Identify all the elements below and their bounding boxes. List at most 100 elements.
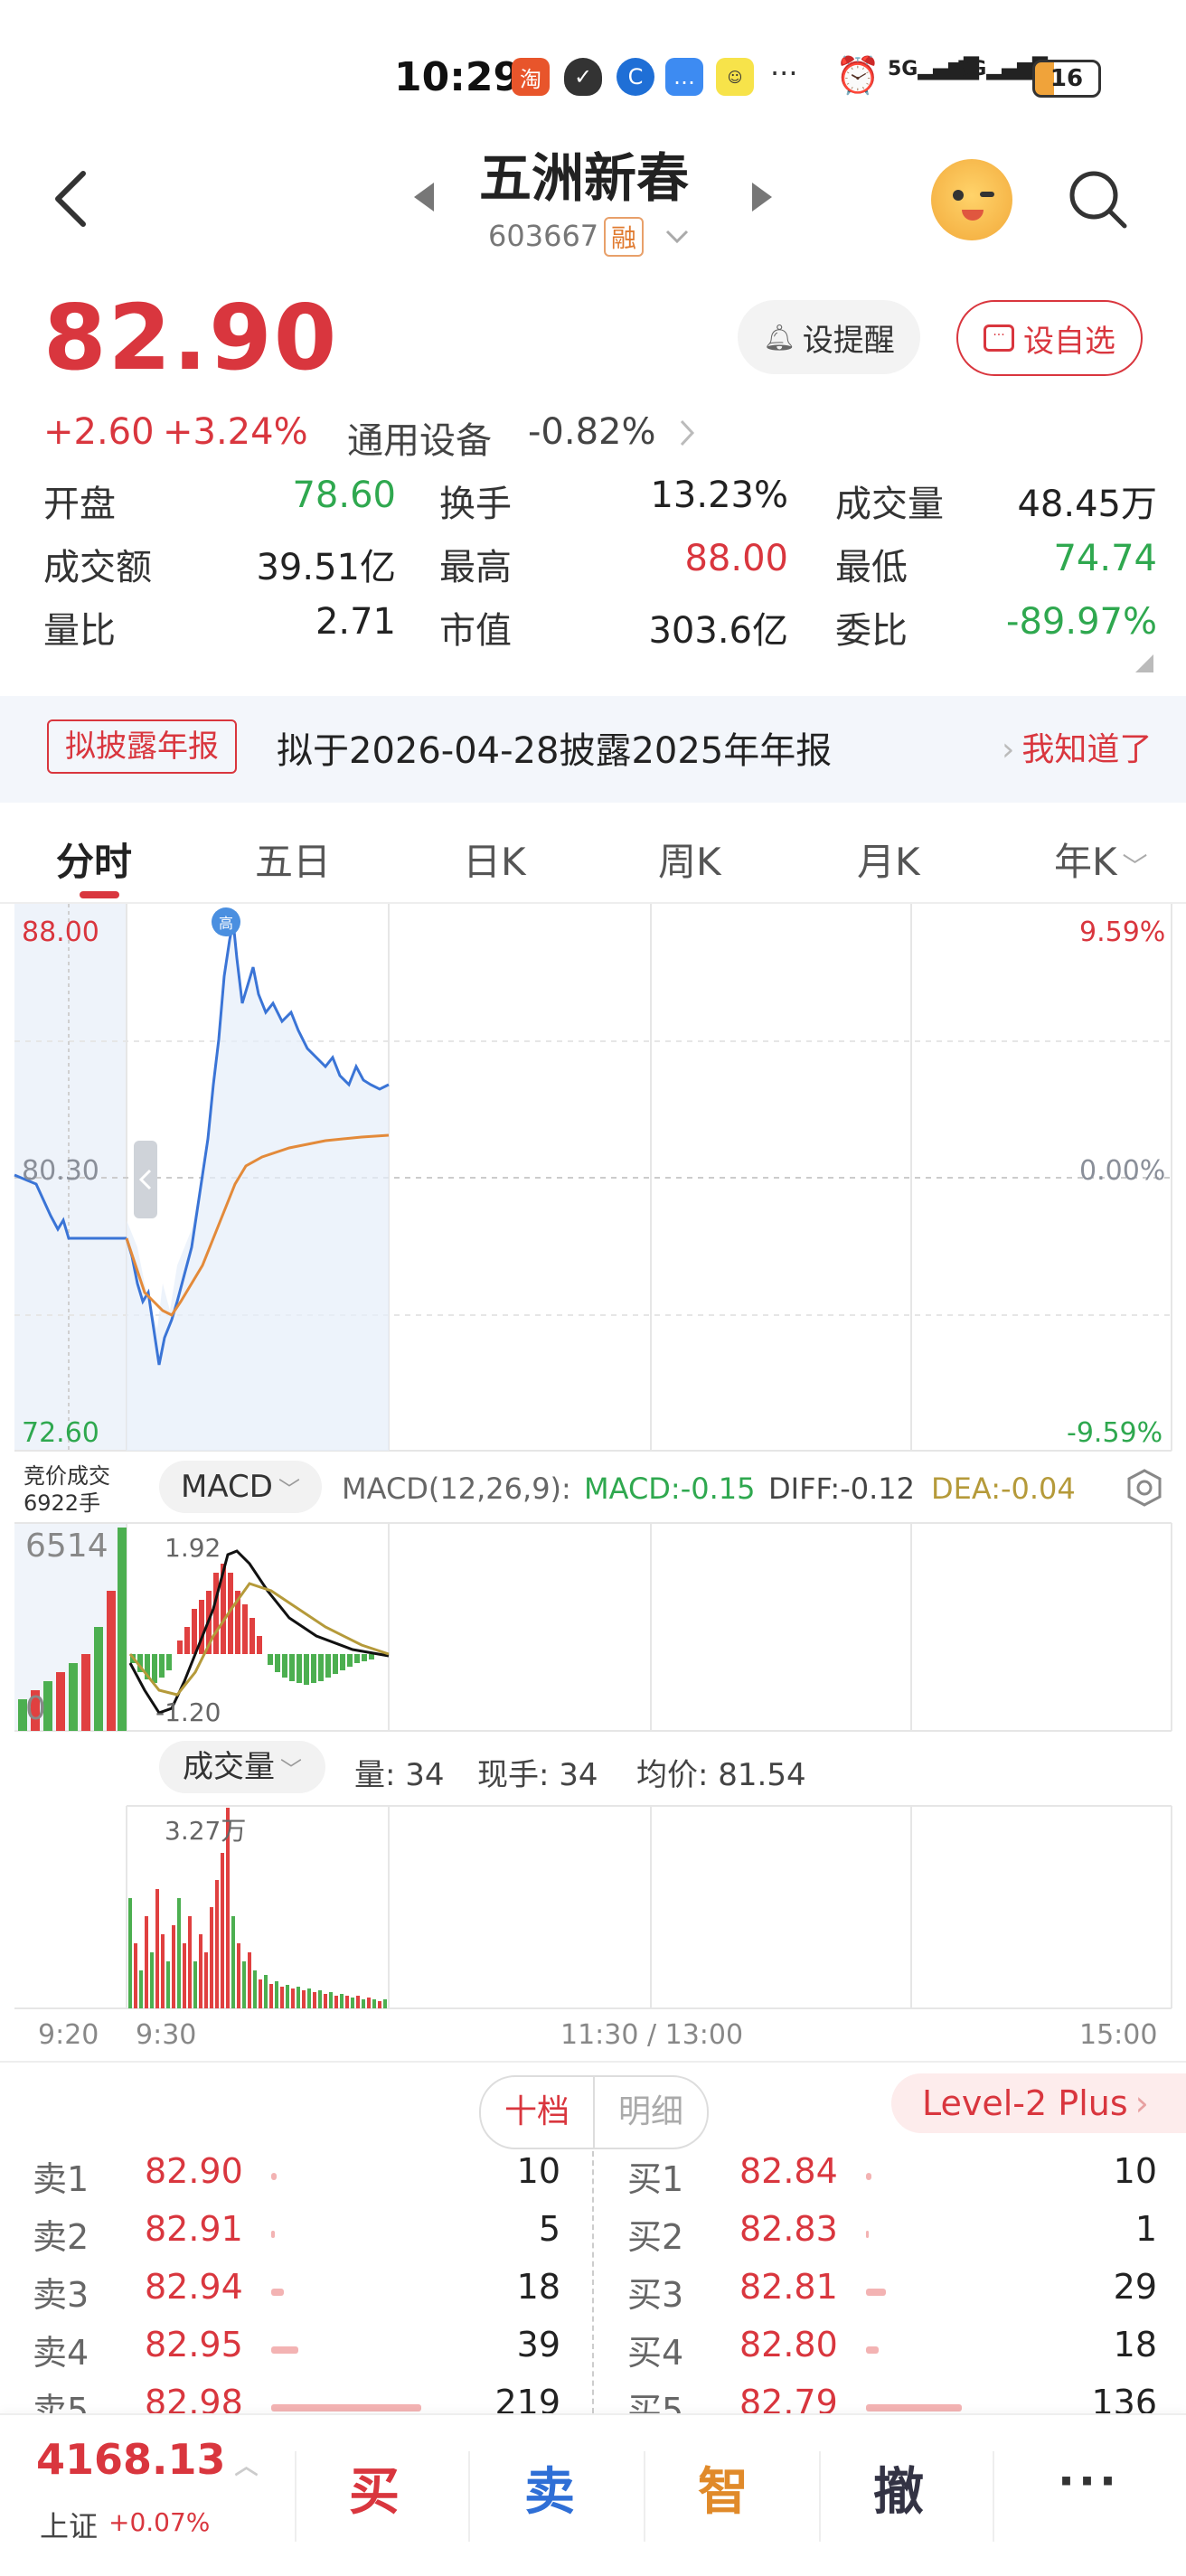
- stock-name: 五洲新春: [479, 147, 690, 209]
- average-price: 均价: 81.54: [636, 1757, 806, 1793]
- macd-indicator-button[interactable]: MACD ﹀: [159, 1461, 322, 1513]
- sell-level-price: 82.95: [145, 2325, 243, 2364]
- add-watchlist-button[interactable]: ··· 设自选: [956, 300, 1143, 376]
- volume-indicator-button[interactable]: 成交量 ﹀: [159, 1741, 325, 1793]
- volume-top-label: 3.27万: [165, 1816, 247, 1846]
- notice-text: 拟于2026-04-28披露2025年年报: [277, 730, 833, 772]
- prev-stock-icon[interactable]: [410, 179, 438, 215]
- buy-level-label: 买1: [627, 2159, 684, 2199]
- orderbook: 卖1 82.90 10 卖2 82.91 5 卖3 82.94 18 卖4 82…: [0, 2151, 1186, 2413]
- time-label-1500: 15:00: [1079, 2019, 1158, 2051]
- buy-level-qty: 18: [1113, 2325, 1157, 2364]
- active-tab-indicator: [80, 891, 119, 898]
- sector-name[interactable]: 通用设备: [347, 411, 492, 464]
- price-high-label: 88.00: [22, 917, 99, 948]
- stat-value: 78.60: [292, 475, 396, 516]
- buy-level-label: 买4: [627, 2333, 684, 2373]
- stat-value: 39.51亿: [256, 547, 396, 588]
- index-change: +0.07%: [108, 2507, 211, 2537]
- sell-level-price: 82.90: [145, 2151, 243, 2191]
- sell-level-price: 82.91: [145, 2209, 243, 2249]
- sector-change: -0.82%: [528, 411, 656, 453]
- pct-mid-label: 0.00%: [1079, 1155, 1166, 1187]
- game-icon: ☺: [716, 58, 754, 96]
- current-price: 82.90: [43, 285, 339, 390]
- app-icon: C: [617, 58, 654, 96]
- macd-value: MACD:-0.15: [584, 1471, 756, 1506]
- stat-value: 303.6亿: [648, 610, 788, 652]
- sell-level-qty: 10: [516, 2151, 560, 2191]
- price-mid-label: 80.30: [22, 1155, 99, 1187]
- search-icon[interactable]: [1067, 168, 1130, 231]
- shield-icon: ✓: [564, 58, 602, 96]
- stat-value: 13.23%: [650, 475, 788, 516]
- divider: [644, 2451, 645, 2542]
- stat-label: 市值: [439, 610, 512, 652]
- diff-value: DIFF:-0.12: [768, 1471, 915, 1506]
- battery-icon: 16: [1032, 60, 1101, 98]
- divider: [468, 2451, 470, 2542]
- chevron-down-icon[interactable]: [664, 228, 691, 246]
- sell-level-qty: 18: [516, 2267, 560, 2307]
- next-stock-icon[interactable]: [748, 179, 776, 215]
- buy-level-price: 82.84: [739, 2151, 838, 2191]
- expand-corner-icon[interactable]: [1135, 654, 1153, 672]
- stat-label: 成交量: [835, 484, 944, 525]
- sell-depth-bar: [271, 2346, 298, 2354]
- svg-text:高: 高: [219, 915, 233, 932]
- index-value[interactable]: 4168.13 ︿: [36, 2435, 259, 2484]
- tab-five-day[interactable]: 五日: [255, 832, 331, 887]
- sell-level-label: 卖4: [33, 2333, 89, 2373]
- sell-depth-bar: [271, 2404, 421, 2411]
- smart-button[interactable]: 智: [698, 2451, 748, 2524]
- divider: [993, 2451, 994, 2542]
- mascot-icon[interactable]: [931, 159, 1012, 240]
- buy-button[interactable]: 买: [349, 2451, 400, 2524]
- auction-volume-label: 竞价成交 6922手: [24, 1463, 110, 1516]
- more-icon[interactable]: ···: [1058, 2455, 1120, 2507]
- tab-weekly-k[interactable]: 周K: [658, 832, 721, 887]
- buy-level-qty: 29: [1113, 2267, 1157, 2307]
- diff-line: [128, 1549, 390, 1715]
- chevron-right-icon[interactable]: [678, 418, 696, 448]
- stat-label: 换手: [439, 484, 512, 525]
- buy-depth-bar: [866, 2346, 879, 2354]
- tab-yearly-k[interactable]: 年K ﹀: [1054, 832, 1148, 887]
- dismiss-notice-button[interactable]: › 我知道了: [1002, 723, 1152, 770]
- stat-value: 2.71: [315, 601, 396, 643]
- time-label-midday: 11:30 / 13:00: [560, 2019, 744, 2051]
- buy-level-label: 买2: [627, 2217, 684, 2257]
- tab-ten-levels[interactable]: 十档: [481, 2077, 595, 2148]
- orderbook-tabs: 十档 明细: [479, 2075, 709, 2149]
- stat-label: 成交额: [43, 547, 152, 588]
- status-bar: 10:29 淘 ✓ C … ☺ ··· ⏰ 5G▂▄▆█ 5G▂▄▆█ 16: [0, 0, 1186, 136]
- tab-detail[interactable]: 明细: [595, 2077, 707, 2148]
- macd-bottom-label: -1.20: [155, 1697, 221, 1727]
- cancel-order-button[interactable]: 撤: [873, 2451, 924, 2524]
- buy-level-price: 82.79: [739, 2383, 838, 2413]
- collapse-auction-handle[interactable]: [134, 1141, 157, 1218]
- sell-button[interactable]: 卖: [524, 2451, 575, 2524]
- back-icon[interactable]: [45, 163, 99, 235]
- tab-intraday[interactable]: 分时: [56, 832, 132, 887]
- notice-banner[interactable]: 拟披露年报 拟于2026-04-28披露2025年年报 › 我知道了: [0, 696, 1186, 803]
- settings-icon[interactable]: [1125, 1468, 1164, 1508]
- buy-level-price: 82.80: [739, 2325, 838, 2364]
- stat-value: 88.00: [684, 538, 788, 579]
- notice-badge: 拟披露年报: [47, 719, 237, 774]
- tab-monthly-k[interactable]: 月K: [857, 832, 920, 887]
- alarm-icon: ⏰: [835, 55, 880, 97]
- buy-depth-bar: [866, 2173, 871, 2180]
- buy-level-qty: 1: [1134, 2209, 1157, 2249]
- level2-plus-button[interactable]: Level-2 Plus ›: [891, 2073, 1186, 2133]
- set-remind-button[interactable]: 🔔︎ 设提醒: [738, 300, 920, 374]
- tab-daily-k[interactable]: 日K: [463, 832, 526, 887]
- price-change-pct: +3.24%: [163, 411, 308, 453]
- volume-value: 量: 34: [354, 1757, 445, 1793]
- stock-code: 603667: [488, 219, 599, 253]
- stat-label: 最高: [439, 547, 512, 588]
- chart-tabs: 分时 五日 日K 周K 月K 年K ﹀: [0, 804, 1186, 904]
- buy-level-price: 82.83: [739, 2209, 838, 2249]
- buy-level-qty: 10: [1113, 2151, 1157, 2191]
- sell-level-qty: 5: [538, 2209, 560, 2249]
